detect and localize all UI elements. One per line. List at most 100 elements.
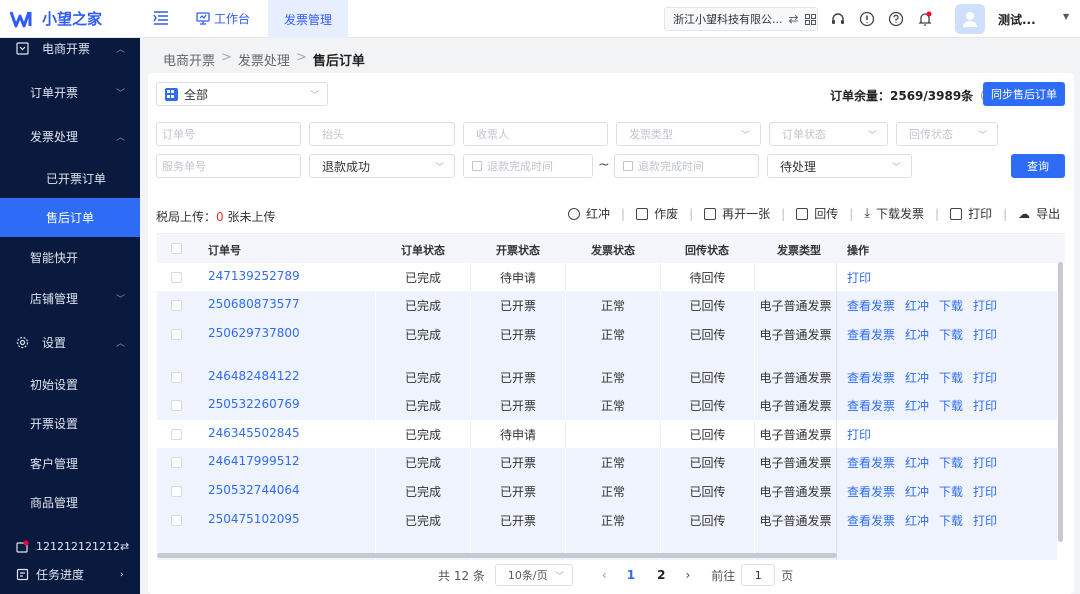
refund-start-date[interactable]: 退款完成时间	[463, 154, 593, 178]
row-checkbox[interactable]	[171, 400, 182, 411]
callback-status-select[interactable]: 回传状态 ﹀	[896, 122, 998, 146]
invoice-type-placeholder: 发票类型	[629, 128, 673, 141]
sidebar-item-task-progress[interactable]: 任务进度 ›	[0, 555, 140, 594]
order-no-input[interactable]: 订单号	[156, 122, 301, 146]
row-checkbox[interactable]	[171, 429, 182, 440]
cell-order-no[interactable]: 250532260769	[198, 391, 376, 420]
row-checkbox[interactable]	[171, 329, 182, 340]
date-range-separator: ~	[598, 157, 610, 173]
cell-issue-status: 待申请	[471, 263, 566, 291]
avatar[interactable]	[955, 4, 985, 34]
cell-order-no[interactable]: 250532744064	[198, 477, 376, 506]
chevron-down-icon: ﹀	[116, 89, 126, 99]
page-1[interactable]: 1	[627, 568, 635, 582]
menu-collapse-icon[interactable]	[152, 10, 170, 26]
page-size-select[interactable]: 10条/页 ﹀	[494, 564, 573, 586]
breadcrumb-invoice-processing[interactable]: 发票处理	[238, 50, 290, 69]
sidebar-item-order-invoicing[interactable]: 订单开票 ﹀	[0, 73, 140, 112]
action-divider: |	[621, 206, 626, 221]
download-invoice-label: 下载发票	[876, 207, 925, 221]
cell-invoice-status: 正常	[566, 391, 661, 420]
cell-invoice-type: 电子普通发票	[755, 291, 837, 320]
switch-account-icon[interactable]: ⇄	[120, 540, 129, 553]
sidebar-label: 初始设置	[30, 378, 79, 392]
sidebar-item-customer-management[interactable]: 客户管理	[0, 444, 140, 483]
refund-end-date[interactable]: 退款完成时间	[614, 154, 759, 178]
sidebar-item-invoiced-orders[interactable]: 已开票订单	[0, 159, 140, 198]
download-invoice-action[interactable]: ⤓ 下载发票	[864, 205, 924, 222]
app-logo[interactable]: 小望之家	[10, 8, 102, 29]
row-checkbox[interactable]	[171, 486, 182, 497]
callback-action[interactable]: 回传	[796, 205, 838, 222]
next-page-icon[interactable]: ›	[685, 568, 690, 582]
cell-order-no[interactable]: 250629737800	[198, 320, 376, 363]
sidebar-label: 智能快开	[30, 251, 79, 265]
goto-page-input[interactable]: 1	[741, 564, 776, 586]
headset-icon[interactable]	[830, 11, 846, 27]
tab-invoice-management[interactable]: 发票管理	[268, 0, 348, 38]
red-flush-action[interactable]: 红冲	[568, 205, 610, 222]
info-icon[interactable]	[859, 11, 875, 27]
sidebar-item-smart-invoicing[interactable]: 智能快开	[0, 238, 140, 277]
sidebar-item-invoice-processing[interactable]: 发票处理 ︿	[0, 117, 140, 156]
receiver-input[interactable]: 收票人	[463, 122, 608, 146]
bell-icon[interactable]	[917, 11, 933, 27]
export-action[interactable]: ☁ 导出	[1018, 205, 1060, 222]
sidebar-group-settings[interactable]: 设置 ︿	[0, 323, 140, 362]
sidebar-item-product-management[interactable]: 商品管理	[0, 483, 140, 522]
cell-order-no[interactable]: 246345502845	[198, 420, 376, 448]
invoice-type-select[interactable]: 发票类型 ﹀	[616, 122, 761, 146]
reissue-action[interactable]: 再开一张	[704, 205, 770, 222]
order-status-select[interactable]: 订单状态 ﹀	[769, 122, 888, 146]
username[interactable]: 测试...	[998, 11, 1036, 28]
row-checkbox[interactable]	[171, 457, 182, 468]
calendar-icon	[623, 161, 633, 171]
breadcrumb-ecommerce[interactable]: 电商开票	[163, 50, 215, 69]
cell-issue-status: 已开票	[471, 363, 566, 391]
cell-issue-status: 已开票	[471, 477, 566, 506]
prev-page-icon[interactable]: ‹	[602, 568, 607, 582]
row-checkbox[interactable]	[171, 300, 182, 311]
refund-status-select[interactable]: 退款成功 ﹀	[309, 154, 455, 178]
task-icon	[16, 568, 29, 581]
pagination: 共 12 条 10条/页 ﹀ ‹ 1 2 › 前往 1 页	[438, 564, 793, 586]
action-divider: |	[781, 206, 786, 221]
row-checkbox[interactable]	[171, 272, 182, 283]
void-action[interactable]: 作废	[636, 205, 678, 222]
print-action[interactable]: 打印	[950, 205, 992, 222]
cell-callback-status: 已回传	[661, 506, 755, 560]
company-selector[interactable]: 浙江小望科技有限公... ⇄	[664, 7, 818, 31]
sidebar-item-after-sales-orders[interactable]: 售后订单	[0, 198, 140, 237]
col-order-no: 订单号	[208, 244, 241, 257]
cell-invoice-type: 电子普通发票	[755, 420, 837, 448]
sidebar-group-ecommerce[interactable]: 电商开票 ︿	[0, 29, 140, 68]
user-dropdown-icon[interactable]: ▼	[1063, 12, 1069, 21]
red-flush-label: 红冲	[586, 207, 611, 221]
cell-order-no[interactable]: 247139252789	[198, 263, 376, 291]
page-2[interactable]: 2	[657, 568, 665, 582]
select-all-checkbox[interactable]	[171, 243, 182, 254]
sync-after-sales-button[interactable]: 同步售后订单	[983, 82, 1065, 106]
service-no-input[interactable]: 服务单号	[156, 154, 301, 178]
sidebar-item-store-management[interactable]: 店铺管理 ﹀	[0, 279, 140, 318]
horizontal-scrollbar[interactable]	[157, 553, 837, 558]
grid-icon[interactable]	[804, 13, 816, 25]
cell-invoice-type: 电子普通发票	[755, 391, 837, 420]
title-input[interactable]: 抬头	[309, 122, 455, 146]
after-sales-table: 订单号 订单状态 开票状态 发票状态 回传状态 发票类型 操作 24713925…	[157, 233, 1065, 560]
query-button[interactable]: 查询	[1011, 154, 1065, 178]
vertical-scrollbar[interactable]	[1058, 262, 1063, 542]
help-icon[interactable]	[888, 11, 904, 27]
cell-order-no[interactable]: 250680873577	[198, 291, 376, 320]
cell-order-no[interactable]: 250475102095	[198, 506, 376, 560]
cell-order-no[interactable]: 246482484122	[198, 363, 376, 391]
tab-workbench[interactable]: 工作台	[196, 10, 250, 27]
sidebar-item-invoice-settings[interactable]: 开票设置	[0, 404, 140, 443]
row-checkbox[interactable]	[171, 515, 182, 526]
row-checkbox[interactable]	[171, 372, 182, 383]
switch-icon[interactable]: ⇄	[789, 12, 799, 26]
cell-order-no[interactable]: 246417999512	[198, 448, 376, 477]
sidebar-item-initial-setup[interactable]: 初始设置	[0, 365, 140, 404]
scope-select[interactable]: 全部 ﹀	[156, 82, 328, 106]
pending-select[interactable]: 待处理 ﹀	[767, 154, 912, 178]
